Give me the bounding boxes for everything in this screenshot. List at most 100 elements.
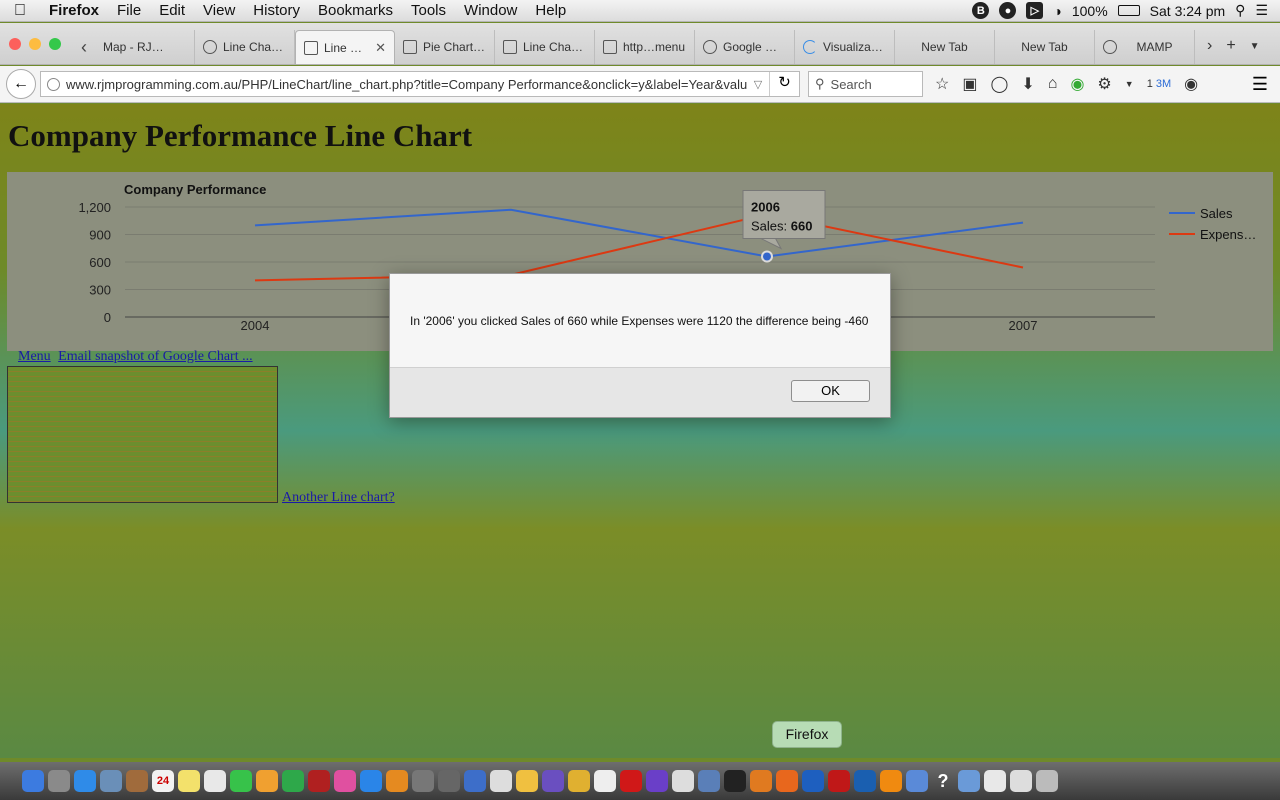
bbedit-icon[interactable]	[802, 770, 824, 792]
xcode-icon[interactable]	[464, 770, 486, 792]
another-line-chart-link[interactable]: Another Line chart?	[282, 490, 395, 506]
site-identity-icon[interactable]	[47, 77, 60, 91]
opera-icon[interactable]	[620, 770, 642, 792]
calendar-icon[interactable]: 24	[152, 770, 174, 792]
battery-icon[interactable]	[1117, 5, 1140, 16]
facetime-icon[interactable]	[282, 770, 304, 792]
textedit-icon[interactable]	[594, 770, 616, 792]
tabs-scroll-left-icon[interactable]: ‹	[73, 30, 95, 64]
url-bar[interactable]: www.rjmprogramming.com.au/PHP/LineChart/…	[40, 71, 800, 97]
tab-5[interactable]: http…menu	[595, 30, 695, 64]
close-tab-icon[interactable]: ✕	[375, 40, 386, 56]
downloads-icon[interactable]	[1010, 770, 1032, 792]
help-icon[interactable]: ?	[932, 770, 954, 792]
spotlight-search-icon[interactable]: ⚲	[1235, 2, 1245, 19]
apple-menu-icon[interactable]: 	[0, 2, 40, 20]
extension-bug-icon[interactable]: ⚙	[1097, 74, 1111, 94]
menu-edit[interactable]: Edit	[150, 2, 194, 19]
imovie-icon[interactable]	[542, 770, 564, 792]
scripteditor-icon[interactable]	[490, 770, 512, 792]
capture-icon[interactable]	[906, 770, 928, 792]
close-window-button[interactable]	[9, 38, 21, 50]
menu-tools[interactable]: Tools	[402, 2, 455, 19]
extension-badge[interactable]: 1 3M	[1147, 78, 1171, 90]
downloads-icon[interactable]: ⬇	[1021, 74, 1034, 94]
tab-7[interactable]: Visualizat…	[795, 30, 895, 64]
preview-icon[interactable]	[100, 770, 122, 792]
grapher-icon[interactable]	[516, 770, 538, 792]
vlc-icon[interactable]	[880, 770, 902, 792]
contacts-icon[interactable]	[126, 770, 148, 792]
tab-9[interactable]: New Tab	[995, 30, 1095, 64]
audio-status-icon[interactable]: ▷	[1026, 2, 1044, 19]
tab-8[interactable]: New Tab	[895, 30, 995, 64]
tab-3[interactable]: Pie Chart…	[395, 30, 495, 64]
tab-2-active[interactable]: Line … ✕	[295, 30, 395, 64]
pocket-icon[interactable]: ◯	[990, 74, 1008, 94]
chat-icon[interactable]: ◉	[1184, 74, 1198, 94]
tab-10[interactable]: MAMP	[1095, 30, 1195, 64]
tab-4[interactable]: Line Char…	[495, 30, 595, 64]
hamburger-menu-icon[interactable]: ☰	[1252, 74, 1268, 95]
notes-icon[interactable]	[178, 770, 200, 792]
email-snapshot-link[interactable]: Email snapshot of Google Chart ...	[58, 349, 252, 364]
tabs-scroll-right-icon[interactable]: ›	[1207, 37, 1212, 55]
menu-link[interactable]: Menu	[18, 349, 51, 364]
automator-icon[interactable]	[438, 770, 460, 792]
ok-button[interactable]: OK	[791, 380, 870, 402]
wifi-icon[interactable]: ◑	[1053, 3, 1061, 19]
filezilla-icon[interactable]	[828, 770, 850, 792]
photobooth-icon[interactable]	[308, 770, 330, 792]
url-text[interactable]: www.rjmprogramming.com.au/PHP/LineChart/…	[66, 77, 747, 92]
minimize-window-button[interactable]	[29, 38, 41, 50]
sync-status-icon[interactable]: ●	[999, 2, 1017, 19]
menu-app-firefox[interactable]: Firefox	[40, 2, 108, 19]
reading-list-icon[interactable]: ▣	[962, 74, 977, 94]
imovie-star-icon[interactable]	[646, 770, 668, 792]
finder-icon[interactable]	[22, 770, 44, 792]
itunes-icon[interactable]	[334, 770, 356, 792]
ibooks-icon[interactable]	[386, 770, 408, 792]
extension-dropdown-icon[interactable]: ▼	[1125, 79, 1134, 89]
notification-center-icon[interactable]: ☰	[1255, 2, 1268, 19]
menu-history[interactable]: History	[244, 2, 309, 19]
battery-percent[interactable]: 100%	[1072, 3, 1108, 19]
system-preferences-icon[interactable]	[412, 770, 434, 792]
menu-view[interactable]: View	[194, 2, 244, 19]
virtualbox-icon[interactable]	[958, 770, 980, 792]
quicktime-icon[interactable]	[854, 770, 876, 792]
terminal-icon[interactable]	[724, 770, 746, 792]
launchpad-icon[interactable]	[48, 770, 70, 792]
reminders-icon[interactable]	[204, 770, 226, 792]
search-bar[interactable]: ⚲ Search	[808, 71, 923, 97]
reload-icon[interactable]: ↻	[769, 72, 799, 96]
bbedit-status-icon[interactable]: B	[972, 2, 990, 19]
pdf-icon[interactable]	[984, 770, 1006, 792]
tab-0[interactable]: Map - RJ…	[95, 30, 195, 64]
chrome-icon[interactable]	[568, 770, 590, 792]
extension-green-icon[interactable]: ◉	[1070, 74, 1084, 94]
new-tab-icon[interactable]: +	[1226, 37, 1235, 55]
menu-help[interactable]: Help	[526, 2, 575, 19]
safari-icon[interactable]	[74, 770, 96, 792]
bookmark-star-icon[interactable]: ☆	[935, 74, 949, 94]
menu-bookmarks[interactable]: Bookmarks	[309, 2, 402, 19]
url-history-dropdown-icon[interactable]: ▽	[747, 78, 769, 91]
screenshot-icon[interactable]	[698, 770, 720, 792]
zoom-window-button[interactable]	[49, 38, 61, 50]
trash-icon[interactable]	[1036, 770, 1058, 792]
clock[interactable]: Sat 3:24 pm	[1150, 3, 1226, 19]
menu-window[interactable]: Window	[455, 2, 526, 19]
mail-icon[interactable]	[672, 770, 694, 792]
appstore-icon[interactable]	[360, 770, 382, 792]
photos-icon[interactable]	[256, 770, 278, 792]
list-all-tabs-icon[interactable]: ▼	[1250, 41, 1260, 52]
back-button[interactable]: ←	[6, 69, 36, 99]
blender-icon[interactable]	[750, 770, 772, 792]
messages-icon[interactable]	[230, 770, 252, 792]
home-icon[interactable]: ⌂	[1048, 75, 1058, 93]
firefox-icon[interactable]	[776, 770, 798, 792]
menu-file[interactable]: File	[108, 2, 150, 19]
tab-1[interactable]: Line Char…	[195, 30, 295, 64]
tab-6[interactable]: Google …	[695, 30, 795, 64]
